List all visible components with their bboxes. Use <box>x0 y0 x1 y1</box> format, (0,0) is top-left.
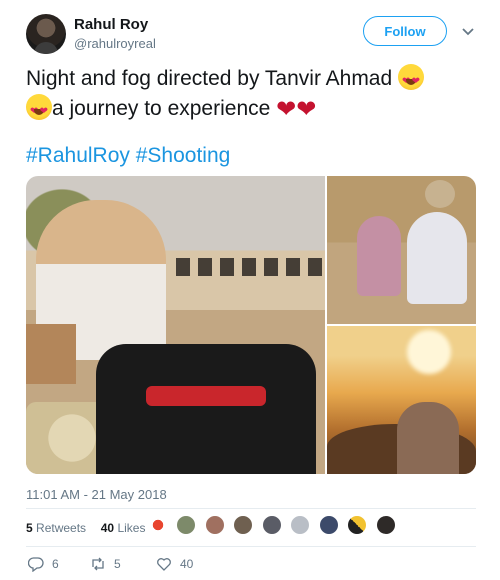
likes-label[interactable]: Likes <box>117 521 145 535</box>
like-count: 40 <box>180 557 194 571</box>
tweet-text: Night and fog directed by Tanvir Ahmad a… <box>26 64 476 127</box>
retweets-count[interactable]: 5 <box>26 521 33 535</box>
hashtag-link[interactable]: #RahulRoy <box>26 144 130 167</box>
avatar[interactable] <box>261 515 282 535</box>
liker-avatars <box>148 515 400 539</box>
avatar[interactable] <box>347 515 368 535</box>
red-heart-emoji: ❤ <box>276 96 297 123</box>
tweet-stats: 5 Retweets 40 Likes <box>26 521 145 535</box>
photo-top-right[interactable] <box>327 176 476 324</box>
like-button[interactable]: 40 <box>156 556 193 572</box>
avatar[interactable] <box>176 515 197 535</box>
chevron-down-icon[interactable] <box>460 23 476 39</box>
reply-count: 6 <box>52 557 59 571</box>
tweet-text-line2: a journey to experience <box>52 97 271 120</box>
retweet-count: 5 <box>114 557 121 571</box>
tweet-header: Rahul Roy @rahulroyreal Follow <box>26 12 486 56</box>
retweet-button[interactable]: 5 <box>90 556 121 572</box>
tweet-timestamp[interactable]: 11:01 AM - 21 May 2018 <box>26 487 167 502</box>
divider <box>26 546 476 547</box>
author-name[interactable]: Rahul Roy <box>74 16 148 33</box>
avatar[interactable] <box>26 14 66 54</box>
follow-button[interactable]: Follow <box>363 16 447 46</box>
author-handle[interactable]: @rahulroyreal <box>74 36 156 51</box>
retweet-icon <box>92 557 104 571</box>
avatar[interactable] <box>204 515 225 535</box>
avatar[interactable] <box>290 515 311 535</box>
hashtags: #RahulRoy #Shooting <box>26 144 230 168</box>
reply-button[interactable]: 6 <box>28 556 59 572</box>
red-heart-emoji: ❤ <box>296 96 317 123</box>
media-grid <box>26 176 476 474</box>
like-icon <box>157 558 171 571</box>
tweet-actions: 6 5 40 <box>26 556 476 576</box>
photo-main[interactable] <box>26 176 326 474</box>
tweet-text-line1: Night and fog directed by Tanvir Ahmad <box>26 67 393 90</box>
avatar[interactable] <box>375 515 396 535</box>
hashtag-link[interactable]: #Shooting <box>136 144 231 167</box>
avatar[interactable] <box>148 515 168 535</box>
heart-eyes-emoji <box>26 94 52 127</box>
heart-eyes-emoji <box>398 64 425 97</box>
avatar[interactable] <box>318 515 339 535</box>
likes-count[interactable]: 40 <box>101 521 114 535</box>
reply-icon <box>28 557 44 572</box>
photo-bottom-right[interactable] <box>327 326 476 474</box>
avatar[interactable] <box>233 515 254 535</box>
retweets-label[interactable]: Retweets <box>36 521 86 535</box>
divider <box>26 508 476 509</box>
